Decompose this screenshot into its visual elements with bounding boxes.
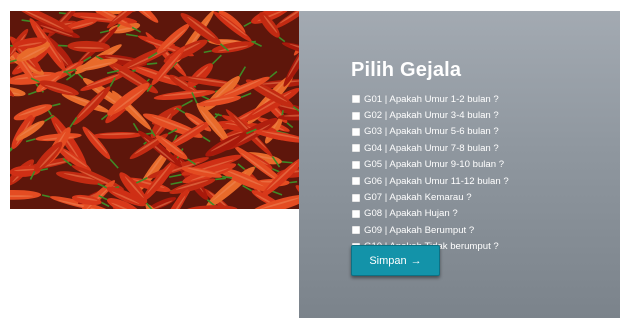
symptom-item-g03[interactable]: G03 | Apakah Umur 5-6 bulan ? (352, 124, 509, 140)
symptom-label: G02 | Apakah Umur 3-4 bulan ? (364, 110, 499, 122)
symptom-item-g02[interactable]: G02 | Apakah Umur 3-4 bulan ? (352, 107, 509, 123)
symptom-list: G01 | Apakah Umur 1-2 bulan ? G02 | Apak… (352, 91, 509, 255)
symptom-item-g01[interactable]: G01 | Apakah Umur 1-2 bulan ? (352, 91, 509, 107)
symptom-checkbox[interactable] (352, 177, 360, 186)
arrow-right-icon: → (410, 254, 422, 267)
symptom-label: G01 | Apakah Umur 1-2 bulan ? (364, 93, 499, 105)
symptom-label: G07 | Apakah Kemarau ? (364, 192, 472, 204)
symptom-item-g08[interactable]: G08 | Apakah Hujan ? (352, 206, 509, 222)
symptom-checkbox[interactable] (352, 160, 360, 169)
symptom-label: G04 | Apakah Umur 7-8 bulan ? (364, 142, 499, 154)
symptom-label: G08 | Apakah Hujan ? (364, 208, 458, 220)
save-button[interactable]: Simpan → (351, 245, 440, 276)
symptom-checkbox[interactable] (352, 127, 360, 136)
symptom-checkbox[interactable] (352, 111, 360, 120)
symptom-label: G06 | Apakah Umur 11-12 bulan ? (364, 175, 509, 187)
chili-peppers-illustration (10, 11, 299, 209)
symptom-item-g06[interactable]: G06 | Apakah Umur 11-12 bulan ? (352, 173, 509, 189)
symptom-checkbox[interactable] (352, 226, 360, 235)
symptom-item-g09[interactable]: G09 | Apakah Berumput ? (352, 222, 509, 238)
symptom-checkbox[interactable] (352, 193, 360, 202)
symptom-checkbox[interactable] (352, 95, 360, 104)
symptom-label: G09 | Apakah Berumput ? (364, 224, 475, 236)
symptom-checkbox[interactable] (352, 144, 360, 153)
symptom-label: G05 | Apakah Umur 9-10 bulan ? (364, 159, 505, 171)
symptom-checkbox[interactable] (352, 209, 360, 218)
symptom-item-g07[interactable]: G07 | Apakah Kemarau ? (352, 189, 509, 205)
symptom-label: G03 | Apakah Umur 5-6 bulan ? (364, 126, 499, 138)
save-button-label: Simpan (369, 254, 407, 267)
chili-peppers-image (10, 11, 299, 209)
symptom-item-g04[interactable]: G04 | Apakah Umur 7-8 bulan ? (352, 140, 509, 156)
page-title: Pilih Gejala (351, 59, 462, 81)
symptom-item-g05[interactable]: G05 | Apakah Umur 9-10 bulan ? (352, 157, 509, 173)
symptom-panel: Pilih Gejala G01 | Apakah Umur 1-2 bulan… (299, 11, 620, 318)
